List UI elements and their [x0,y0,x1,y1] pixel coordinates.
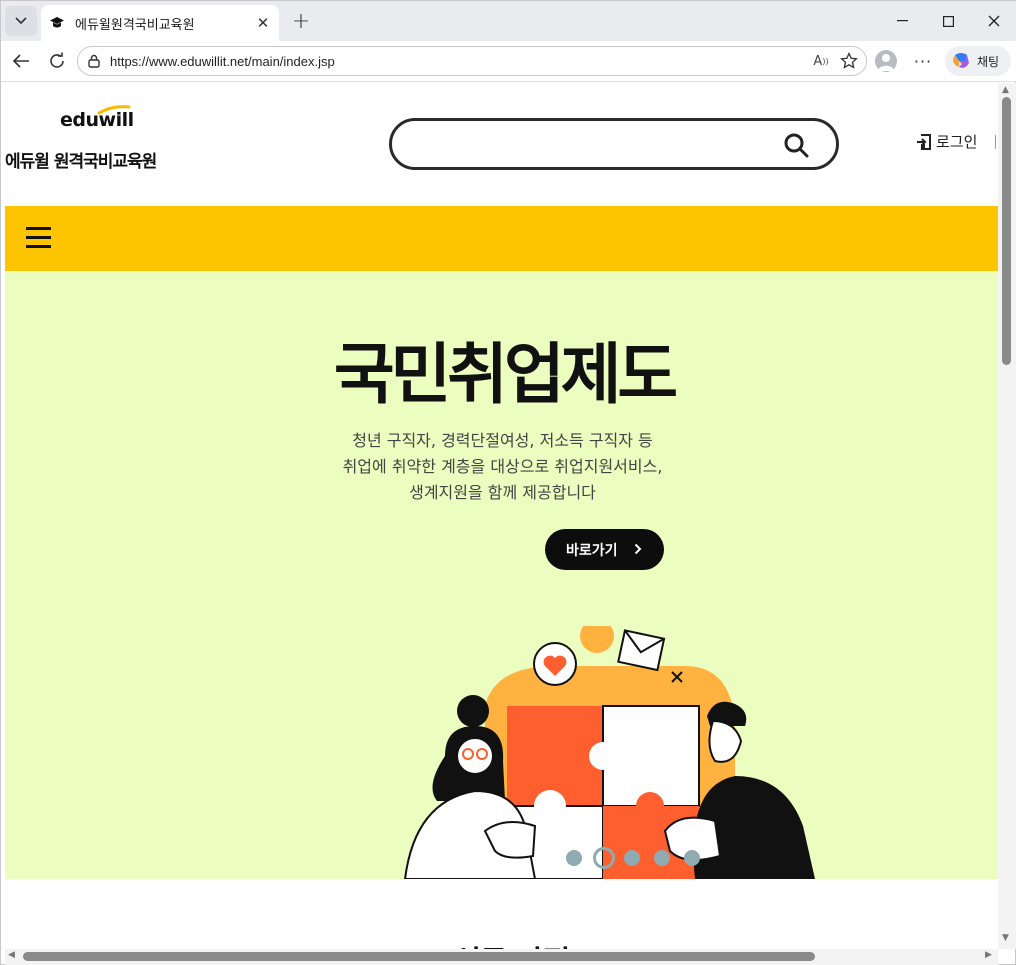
login-door-icon [917,133,931,150]
active-tab[interactable]: 에듀윌원격국비교육원 ✕ [41,5,279,41]
browser-window: 에듀윌원격국비교육원 ✕ + https://www.eduwillit.net… [0,0,1016,965]
profile-avatar[interactable] [875,50,897,72]
hero-title: 국민취업제도 [333,336,678,413]
carousel-dot-1[interactable] [566,850,582,866]
tab-strip: 에듀윌원격국비교육원 ✕ + [1,1,1016,41]
read-aloud-icon[interactable]: A)) [810,50,832,72]
horizontal-scrollbar[interactable]: ◀ ▶ [5,949,998,965]
reload-button[interactable] [45,49,69,73]
chevron-right-icon [634,540,642,559]
carousel-dot-4[interactable] [654,850,670,866]
hero-description: 청년 구직자, 경력단절여성, 저소득 구직자 등 취업에 취약한 계층을 대상… [5,428,998,506]
hero-goto-button[interactable]: 바로가기 [545,529,664,570]
page-viewport: eduwill 에듀윌 원격국비교육원 로그인 국민취업제도 청년 구직자, 경… [5,83,998,949]
copilot-button[interactable]: 채팅 [945,46,1011,76]
puzzle-people-illustration [403,626,815,879]
scroll-up-icon[interactable]: ▲ [1002,85,1009,95]
copilot-label: 채팅 [977,54,1000,69]
graduation-cap-icon [50,17,64,28]
address-bar[interactable]: https://www.eduwillit.net/main/index.jsp… [77,46,867,76]
search-box [389,118,839,170]
url-text[interactable]: https://www.eduwillit.net/main/index.jsp [110,54,810,69]
hero-desc-line: 취업에 취약한 계층을 대상으로 취업지원서비스, [342,457,663,476]
maximize-button[interactable] [925,1,971,41]
lock-icon [88,54,100,68]
carousel-dot-5[interactable] [684,850,700,866]
carousel-pagination [566,847,714,869]
vertical-scroll-thumb[interactable] [1002,97,1011,365]
browser-toolbar: https://www.eduwillit.net/main/index.jsp… [1,41,1016,82]
close-tab-icon[interactable]: ✕ [253,13,273,33]
horizontal-scroll-thumb[interactable] [23,952,815,961]
minimize-icon [896,20,908,22]
carousel-dot-2-active[interactable] [593,847,615,869]
copilot-icon [953,53,969,68]
scroll-left-icon[interactable]: ◀ [8,950,15,960]
scroll-down-icon[interactable]: ▼ [1002,933,1009,943]
login-label: 로그인 [936,133,978,151]
minimize-button[interactable] [879,1,925,41]
carousel-dot-3[interactable] [624,850,640,866]
more-menu-button[interactable]: ··· [911,49,935,73]
favorite-star-icon[interactable] [838,50,860,72]
logo-eduwill[interactable]: eduwill [60,109,134,131]
close-window-button[interactable] [971,1,1016,41]
logo-subtitle[interactable]: 에듀윌 원격국비교육원 [5,147,157,172]
new-tab-button[interactable]: + [289,9,313,34]
hamburger-menu-icon[interactable] [26,227,51,249]
header-divider [995,135,996,149]
tab-list-button[interactable] [5,6,37,36]
site-header: eduwill 에듀윌 원격국비교육원 로그인 [5,83,998,206]
search-input[interactable] [410,131,770,157]
reload-icon [50,52,64,68]
scroll-right-icon[interactable]: ▶ [985,950,992,960]
global-nav-bar [5,206,998,271]
hero-desc-line: 청년 구직자, 경력단절여성, 저소득 구직자 등 [352,431,653,450]
hero-desc-line: 생계지원을 함께 제공합니다 [409,483,596,502]
arrow-left-icon [12,54,29,68]
search-icon[interactable] [782,131,810,159]
maximize-icon [942,15,954,27]
section-title: 신규 과정 [5,937,998,949]
chevron-down-icon [15,17,27,25]
hero-banner[interactable]: 국민취업제도 청년 구직자, 경력단절여성, 저소득 구직자 등 취업에 취약한… [5,271,998,879]
tab-title: 에듀윌원격국비교육원 [75,17,195,33]
back-button[interactable] [9,49,33,73]
login-link[interactable]: 로그인 [915,131,977,152]
close-icon [988,15,1000,27]
person-icon [878,54,894,71]
vertical-scrollbar[interactable]: ▲ ▼ [998,83,1016,949]
content-section: 신규 과정 [5,879,998,949]
hero-goto-label: 바로가기 [566,542,618,559]
